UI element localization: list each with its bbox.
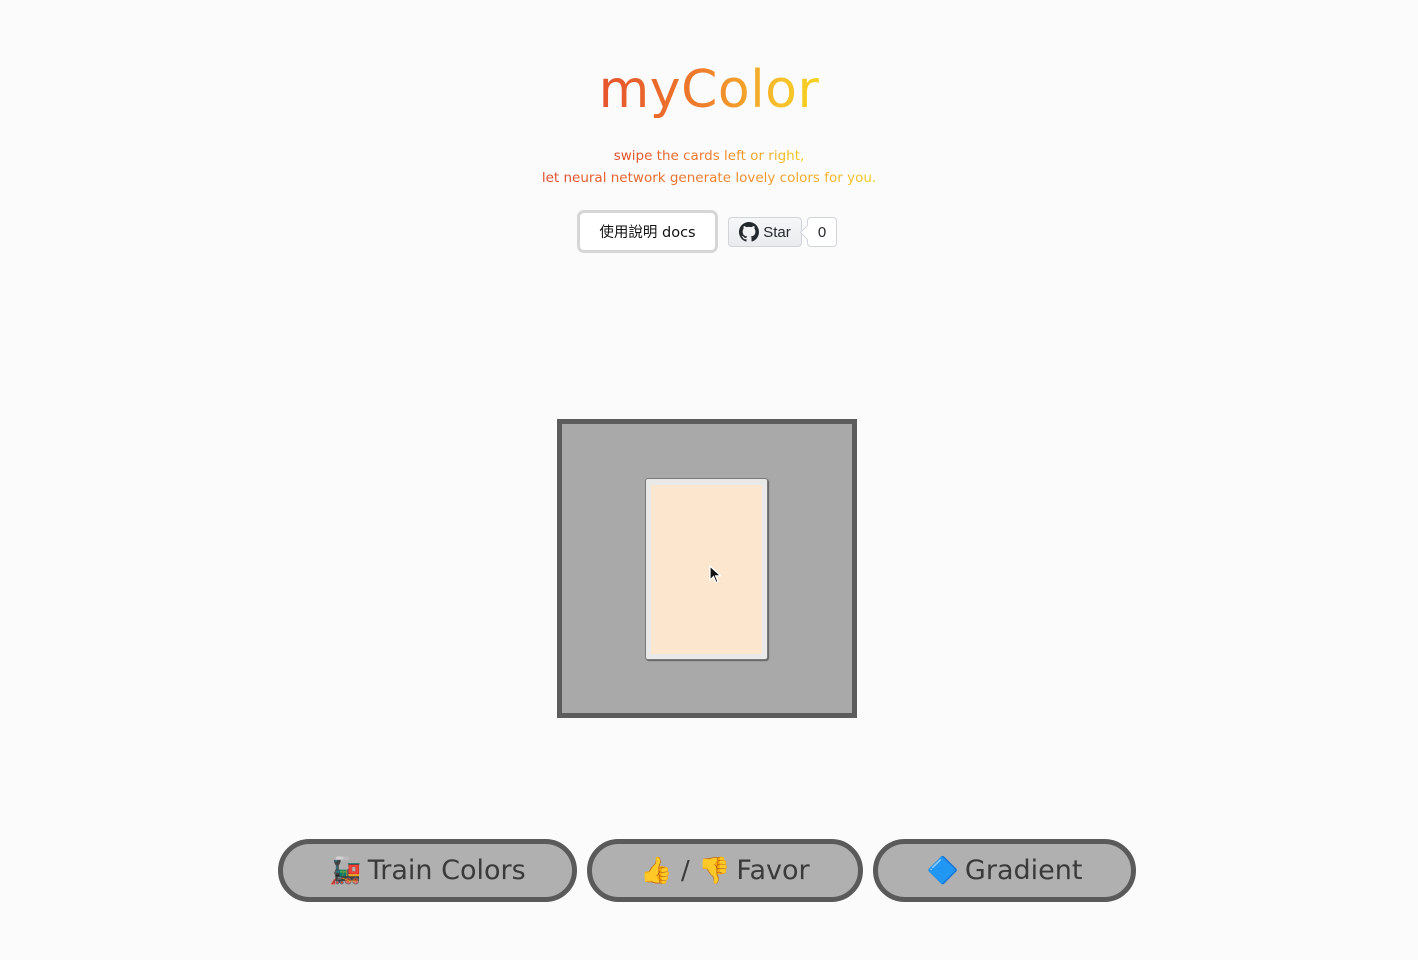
blue-diamond-icon: 🔷 [926,855,959,886]
gradient-button[interactable]: 🔷 Gradient [873,839,1136,902]
subtitle-text-2: let neural network generate lovely color… [541,170,877,186]
app-title: myColor [589,52,829,128]
favor-button[interactable]: 👍 / 👎 Favor [587,839,863,902]
github-icon [739,222,760,242]
color-card[interactable] [645,478,768,660]
subtitle-text-1: swipe the cards left or right, [613,148,805,164]
train-colors-label: Train Colors [367,855,526,886]
thumbs-up-down-icon: 👍 / 👎 [640,855,731,886]
mouse-pointer-icon [709,565,723,584]
favor-label: Favor [736,855,810,886]
github-star-button[interactable]: Star [728,217,802,247]
github-star-label: Star [763,223,791,241]
github-star-count[interactable]: 0 [807,217,837,247]
docs-button[interactable]: 使用說明 docs [577,210,718,253]
subtitle-line-2: let neural network generate lovely color… [0,168,1418,188]
gradient-label: Gradient [964,855,1083,886]
train-colors-button[interactable]: 🚂 Train Colors [278,839,577,902]
subtitle-line-1: swipe the cards left or right, [0,146,1418,166]
color-swatch [651,485,762,654]
train-icon: 🚂 [329,855,362,886]
